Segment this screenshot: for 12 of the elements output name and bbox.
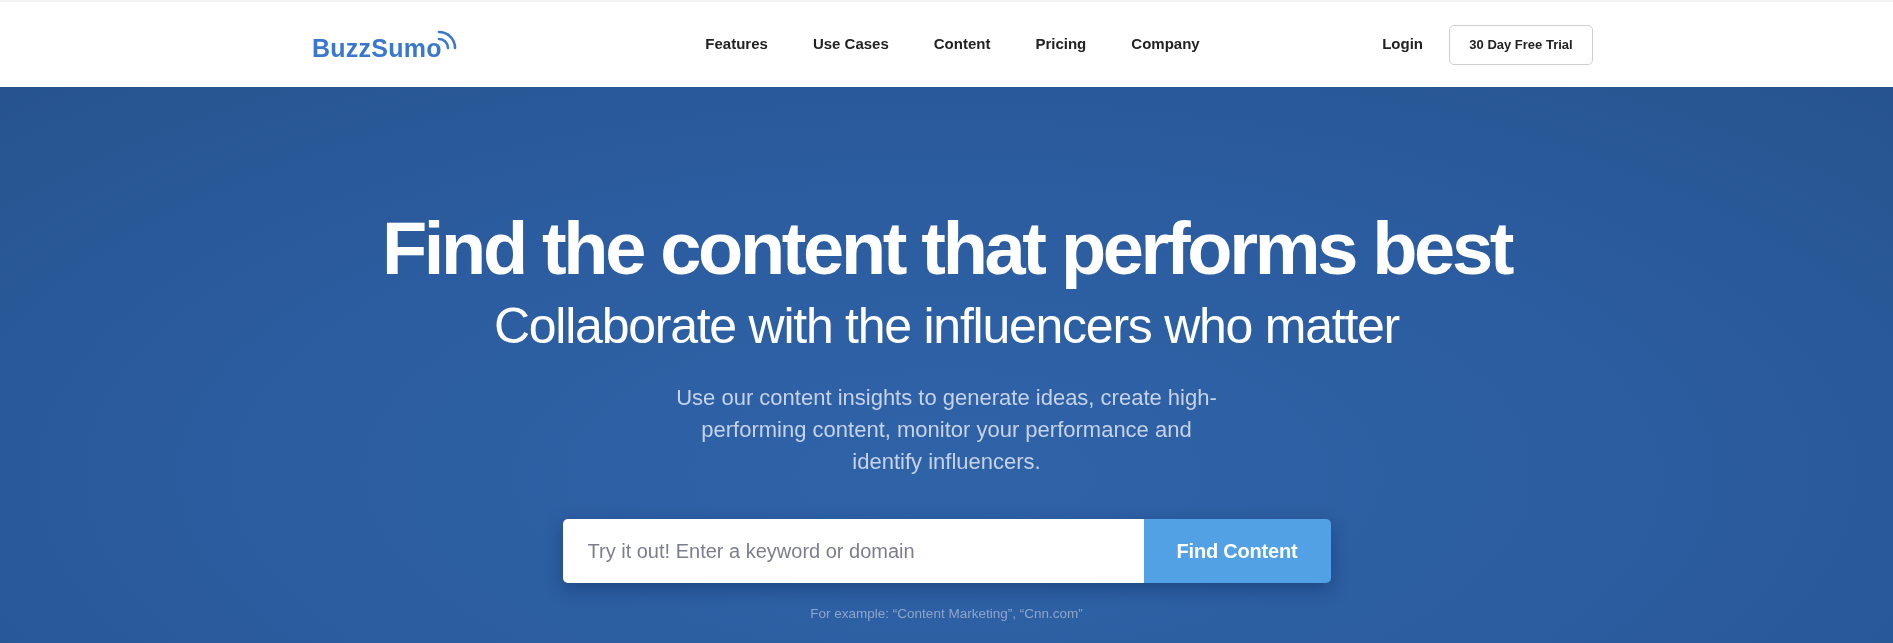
nav-link[interactable]: Features [705, 33, 768, 56]
hero-subtitle: Collaborate with the influencers who matter [493, 301, 1400, 351]
nav-link[interactable]: Content [933, 33, 991, 56]
hero-description: Use our content insights to generate ideas, create high-performing content, monitor your performance and identify influencers. [675, 384, 1218, 476]
nav-link[interactable]: Pricing [1035, 33, 1087, 56]
search-field[interactable]: Try it out! Enter a keyword or domain [562, 519, 1144, 583]
example-hint: For example: “Content Marketing”, “Cnn.com” [810, 605, 1083, 623]
nav-link[interactable]: Use Cases [812, 33, 889, 56]
login-link[interactable]: Login [1382, 33, 1423, 56]
free-trial-button[interactable]: 30 Day Free Trial [1449, 24, 1593, 65]
logo[interactable]: BuzzSumo [312, 28, 457, 61]
nav-link[interactable]: Company [1131, 33, 1200, 56]
